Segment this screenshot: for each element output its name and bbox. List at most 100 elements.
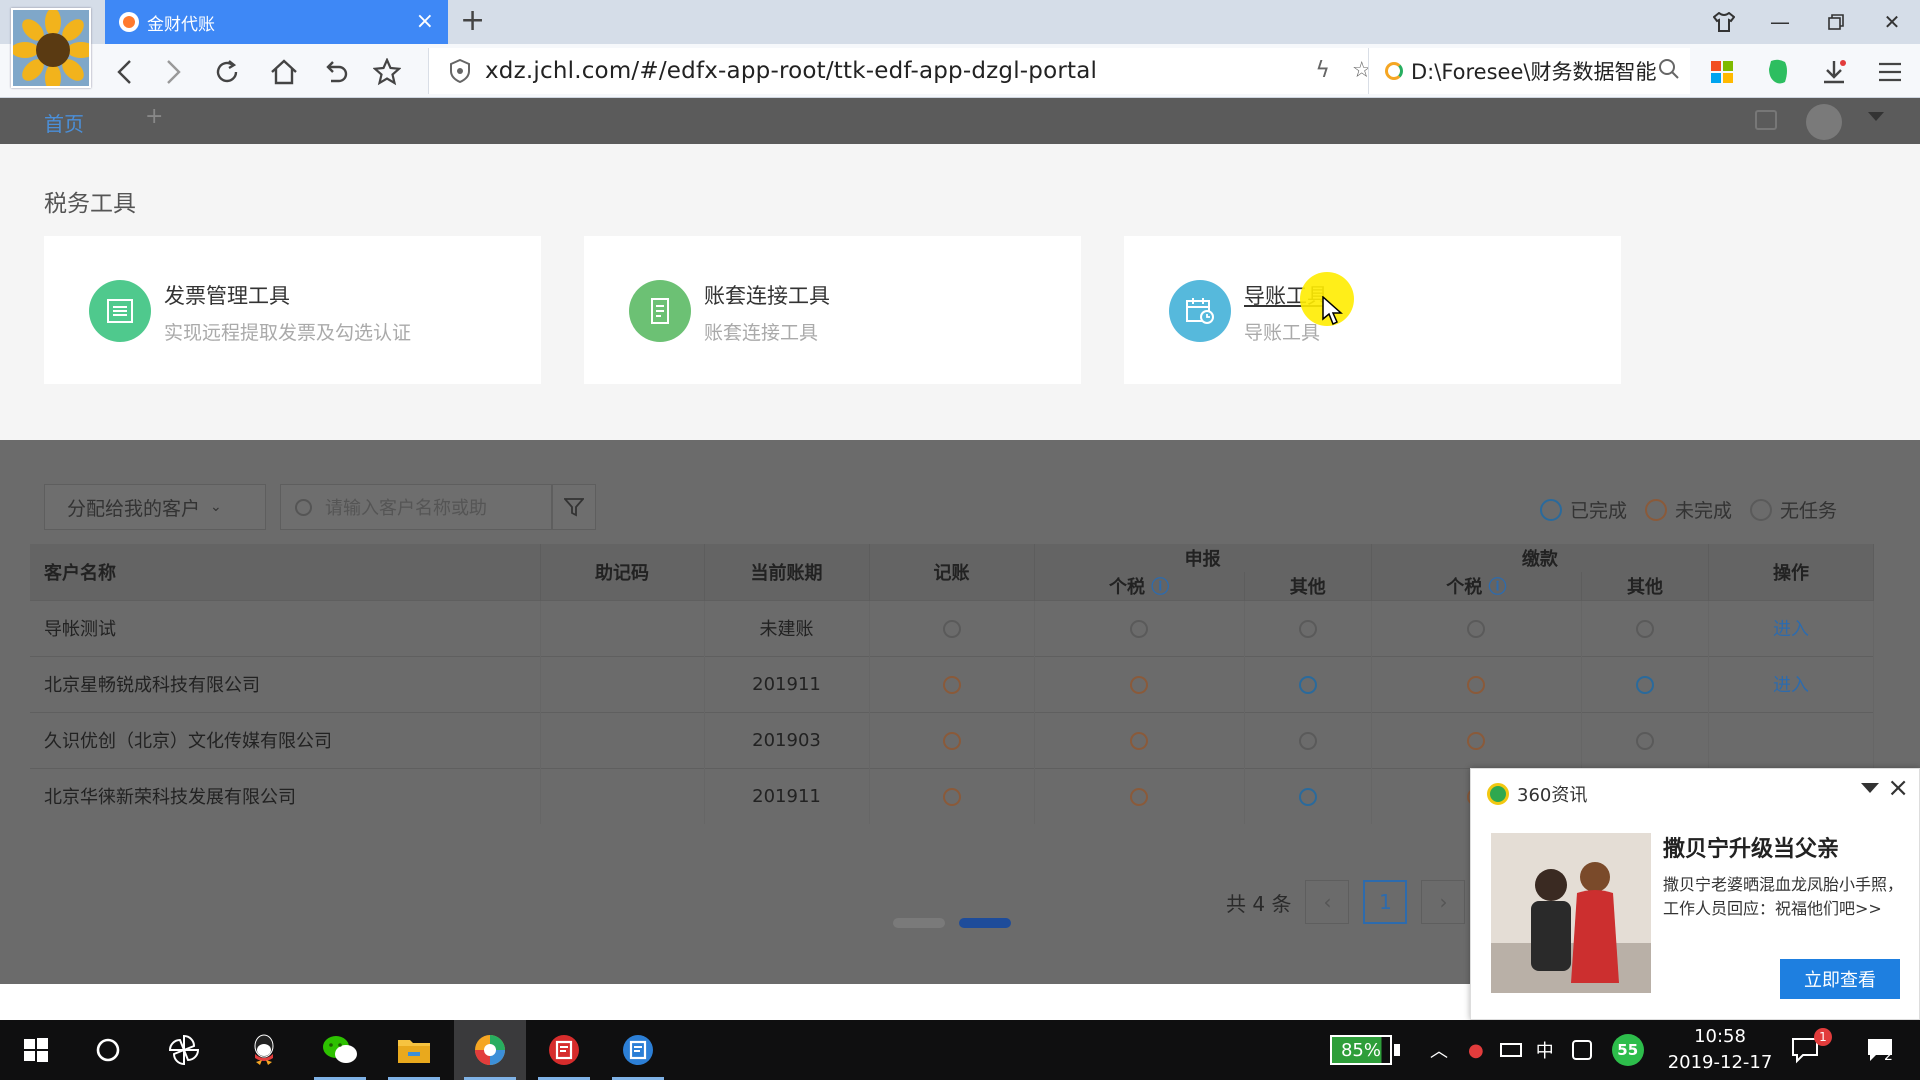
status-cell: [1371, 599, 1583, 656]
undone-status-icon: [1130, 731, 1149, 750]
qq-tray-icon[interactable]: ●: [1468, 1040, 1484, 1061]
popup-collapse-icon[interactable]: [1861, 783, 1879, 793]
search-icon[interactable]: [1658, 58, 1680, 80]
pinwheel-app-icon[interactable]: [148, 1020, 220, 1080]
system-clock[interactable]: 10:58 2019-12-17: [1660, 1024, 1780, 1076]
favorite-star-icon[interactable]: [367, 52, 407, 92]
no-task-status-icon: [1750, 498, 1773, 521]
start-button[interactable]: [0, 1020, 72, 1080]
table-row[interactable]: 北京星畅锐成科技有限公司 201911 进入: [30, 655, 1874, 712]
user-avatar-sunflower[interactable]: [11, 8, 91, 88]
red-f-app-icon[interactable]: [528, 1020, 600, 1080]
apps-grid-icon[interactable]: [1700, 52, 1744, 92]
ledger-link-icon: [629, 280, 691, 342]
battery-tray-icon[interactable]: [1499, 1043, 1522, 1057]
tool-card-import[interactable]: 导账工具 导账工具: [1124, 236, 1621, 384]
add-tab-button[interactable]: +: [145, 104, 163, 129]
menu-icon[interactable]: [1868, 52, 1912, 92]
tab-home[interactable]: 首页: [44, 108, 84, 137]
shirt-skin-icon[interactable]: [1696, 0, 1752, 44]
evernote-icon[interactable]: [1756, 52, 1800, 92]
home-icon[interactable]: [264, 52, 304, 92]
col-period: 当前账期: [704, 544, 870, 600]
chevron-up-icon[interactable]: ︿: [1430, 1037, 1448, 1063]
enter-link[interactable]: 进入: [1773, 619, 1809, 640]
news-body[interactable]: 撒贝宁老婆晒混血龙凤胎小手照，工作人员回应：祝福他们吧>>: [1663, 873, 1909, 921]
security-tray-icon[interactable]: 55: [1611, 1034, 1644, 1066]
col-payment-other: 其他: [1581, 572, 1709, 600]
download-icon[interactable]: [1812, 52, 1856, 92]
action-cell: 进入: [1708, 655, 1874, 712]
chevron-down-icon[interactable]: [1868, 112, 1884, 121]
action-center-icon[interactable]: 2: [1844, 1020, 1916, 1080]
browser-search-box[interactable]: D:\Foresee\财务数据智能: [1368, 48, 1690, 94]
action-cell: [1708, 711, 1874, 768]
news-photo[interactable]: [1491, 833, 1651, 993]
security-shield-icon[interactable]: [449, 59, 471, 83]
minimize-button[interactable]: —: [1752, 0, 1808, 44]
tax-tools-panel: 税务工具 发票管理工具 实现远程提取发票及勾选认证 账套连接工具 账套连接工具 …: [0, 144, 1920, 440]
tool-card-ledger-link[interactable]: 账套连接工具 账套连接工具: [584, 236, 1081, 384]
battery-indicator[interactable]: 85%: [1330, 1035, 1392, 1065]
back-icon[interactable]: [104, 52, 144, 92]
browser-tab-active[interactable]: 金财代账 ×: [105, 0, 448, 44]
status-cell: [1581, 599, 1709, 656]
tool-name[interactable]: 发票管理工具: [164, 280, 290, 310]
news-popup: 360资讯 × 撒贝宁升级当父亲 撒贝宁老婆晒混血龙凤胎小手照，工作人员回应：祝…: [1470, 768, 1920, 1020]
undone-status-icon: [942, 675, 961, 694]
client-name-cell: 导帐测试: [30, 599, 541, 656]
qq-icon[interactable]: [228, 1020, 300, 1080]
browser-360-icon[interactable]: [454, 1020, 526, 1080]
reload-icon[interactable]: [207, 52, 247, 92]
file-explorer-icon[interactable]: [378, 1020, 450, 1080]
client-scope-select[interactable]: 分配给我的客户 ⌄: [44, 484, 266, 530]
done-status-icon: [1540, 498, 1562, 521]
sogou-tray-icon[interactable]: [1571, 1040, 1592, 1060]
enter-link[interactable]: 进入: [1773, 675, 1809, 696]
col-declare: 申报: [1034, 544, 1372, 572]
ime-indicator[interactable]: 中: [1536, 1037, 1554, 1063]
tool-name[interactable]: 账套连接工具: [704, 280, 830, 310]
carousel-dot-active[interactable]: [959, 918, 1011, 928]
col-payment: 缴款: [1371, 544, 1710, 572]
status-cell: [1034, 711, 1245, 768]
view-now-button[interactable]: 立即查看: [1780, 959, 1900, 999]
prev-page-button[interactable]: ‹: [1305, 880, 1350, 924]
close-window-button[interactable]: ✕: [1864, 0, 1920, 44]
mnemonic-cell: [540, 599, 705, 656]
cortana-search-icon[interactable]: [72, 1020, 144, 1080]
system-tray: 85% ︿ ● 中 55: [1330, 1020, 1644, 1080]
forward-icon[interactable]: [154, 52, 194, 92]
news-title[interactable]: 撒贝宁升级当父亲: [1663, 831, 1839, 863]
table-row[interactable]: 导帐测试 未建账 进入: [30, 599, 1874, 656]
briefcase-icon[interactable]: [1755, 110, 1777, 130]
page-number-button[interactable]: 1: [1363, 880, 1408, 924]
undo-close-icon[interactable]: [316, 52, 356, 92]
help-icon[interactable]: ⓘ: [1489, 577, 1507, 598]
address-bar[interactable]: xdz.jchl.com/#/edfx-app-root/ttk-edf-app…: [428, 48, 1428, 94]
new-tab-button[interactable]: +: [460, 6, 485, 36]
filter-funnel-icon[interactable]: [552, 484, 596, 530]
period-cell: 201903: [704, 711, 870, 768]
col-mnemonic: 助记码: [540, 544, 705, 600]
restore-button[interactable]: [1808, 0, 1864, 44]
client-search-input[interactable]: 请输入客户名称或助: [280, 484, 552, 530]
table-row[interactable]: 久识优创（北京）文化传媒有限公司 201903: [30, 711, 1874, 768]
user-avatar[interactable]: [1806, 104, 1842, 140]
none-status-icon: [942, 619, 961, 638]
url-text[interactable]: xdz.jchl.com/#/edfx-app-root/ttk-edf-app…: [485, 58, 1097, 84]
status-cell: [869, 655, 1035, 712]
tab-close-icon[interactable]: ×: [416, 11, 434, 33]
carousel-dot[interactable]: [893, 918, 945, 928]
chat-bubble-icon[interactable]: 1: [1770, 1020, 1842, 1080]
lightning-icon[interactable]: ϟ: [1315, 58, 1330, 83]
tool-card-invoice[interactable]: 发票管理工具 实现远程提取发票及勾选认证: [44, 236, 541, 384]
blue-f-app-icon[interactable]: [602, 1020, 674, 1080]
search-box-text[interactable]: D:\Foresee\财务数据智能: [1411, 56, 1656, 86]
help-icon[interactable]: ⓘ: [1151, 577, 1169, 598]
col-action: 操作: [1708, 544, 1874, 600]
next-page-button[interactable]: ›: [1421, 880, 1466, 924]
wechat-icon[interactable]: [304, 1020, 376, 1080]
carousel-indicators: [893, 918, 1011, 928]
popup-close-icon[interactable]: ×: [1887, 773, 1909, 803]
